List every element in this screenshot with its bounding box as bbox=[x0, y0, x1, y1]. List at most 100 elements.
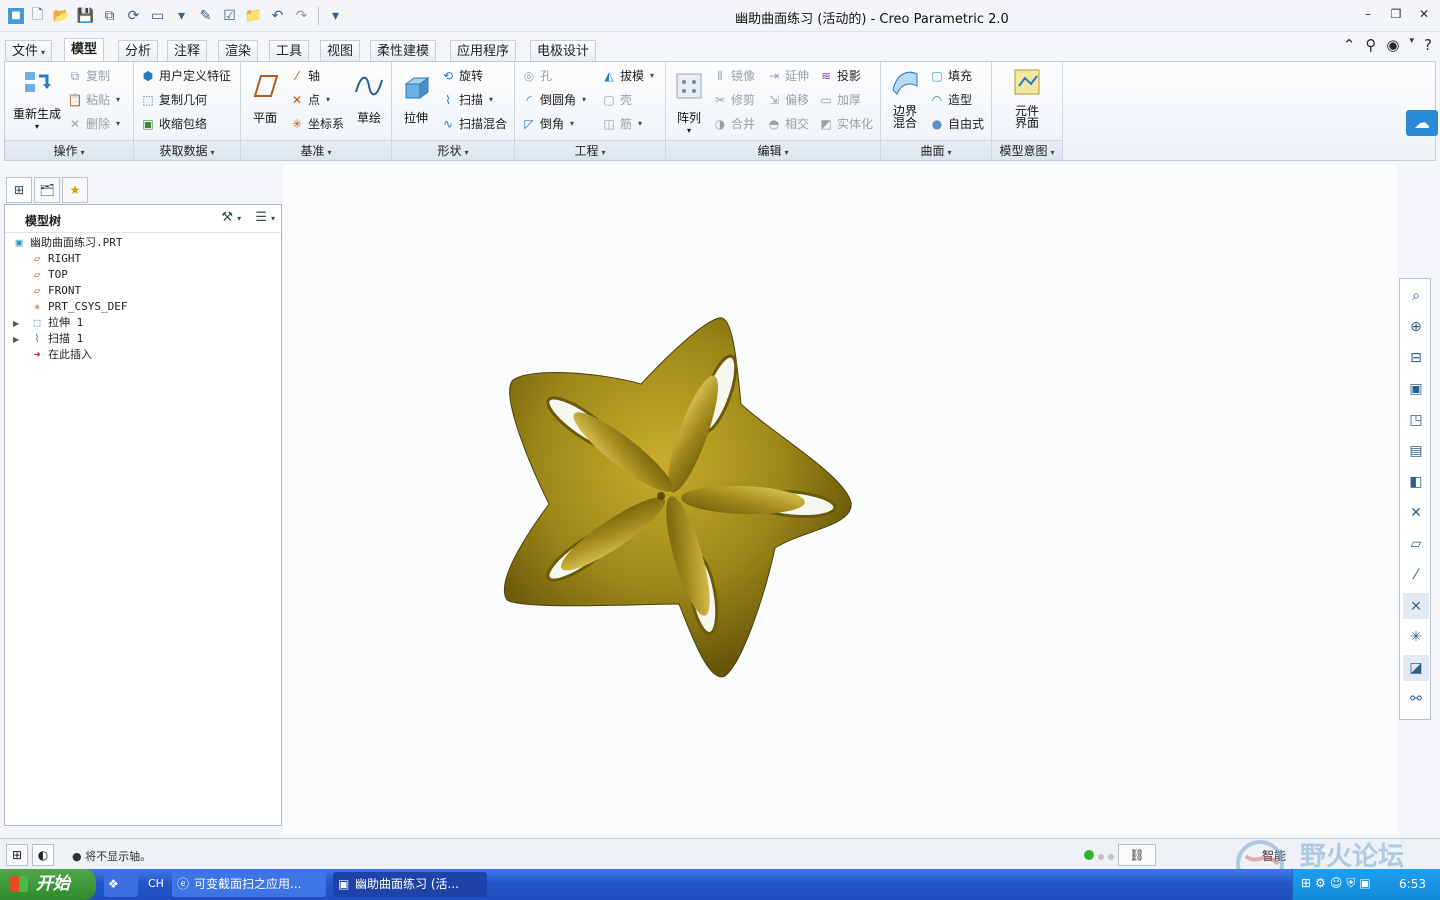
group-label-operations[interactable]: 操作 ▾ bbox=[5, 140, 133, 160]
folder-browser-tab-icon[interactable]: 🗂 bbox=[34, 177, 60, 203]
reorient-icon[interactable]: ◳ bbox=[1403, 407, 1429, 433]
tree-node-extrude[interactable]: ⬚ 拉伸 1 bbox=[29, 315, 84, 331]
group-label-datum[interactable]: 基准 ▾ bbox=[241, 140, 391, 160]
tab-render[interactable]: 渲染 bbox=[218, 40, 259, 62]
shrinkwrap-button[interactable]: ▣ 收缩包络 bbox=[140, 114, 207, 134]
tab-annotate[interactable]: 注释 bbox=[167, 40, 208, 62]
swept-blend-button[interactable]: ∿ 扫描混合 bbox=[440, 114, 507, 134]
merge-button[interactable]: ◑ 合并 bbox=[712, 114, 755, 134]
style-button[interactable]: ◠ 造型 bbox=[929, 90, 972, 110]
tree-node-insert-here[interactable]: ➜ 在此插入 bbox=[29, 347, 92, 363]
boundary-blend-button[interactable]: 边界 混合 bbox=[885, 66, 925, 129]
axis-button[interactable]: ⁄ 轴 bbox=[289, 66, 320, 86]
spin-center-icon[interactable]: ◪ bbox=[1403, 655, 1429, 681]
restore-icon[interactable]: ❐ bbox=[1388, 6, 1404, 22]
udf-button[interactable]: ⬢ 用户定义特征 bbox=[140, 66, 231, 86]
sketch-button[interactable]: 草绘 bbox=[349, 70, 389, 126]
zoom-in-icon[interactable]: ⊕ bbox=[1403, 314, 1429, 340]
star-surface-model[interactable] bbox=[483, 304, 863, 684]
search-icon[interactable]: ⚲ bbox=[1365, 36, 1376, 54]
model-tree-tab-icon[interactable]: ⊞ bbox=[6, 177, 32, 203]
datum-display-filters-icon[interactable]: ✕ bbox=[1403, 500, 1429, 526]
rib-button[interactable]: ◫ 筋 ▾ bbox=[601, 114, 642, 134]
expand-extrude-icon[interactable]: ▶ bbox=[13, 319, 19, 328]
intersect-button[interactable]: ◓ 相交 bbox=[766, 114, 809, 134]
tree-node-right[interactable]: ▱ RIGHT bbox=[29, 251, 81, 267]
community-icon[interactable]: ◉ bbox=[1386, 36, 1399, 54]
selection-filter[interactable]: 智能 bbox=[1262, 847, 1286, 864]
start-button[interactable]: 开始 bbox=[0, 869, 96, 900]
tab-applications[interactable]: 应用程序 bbox=[450, 40, 517, 62]
group-label-surfaces[interactable]: 曲面 ▾ bbox=[881, 140, 991, 160]
chamfer-button[interactable]: ◸ 倒角 ▾ bbox=[521, 114, 574, 134]
tree-node-csys[interactable]: ✳ PRT_CSYS_DEF bbox=[29, 299, 128, 315]
hole-button[interactable]: ◎ 孔 bbox=[521, 66, 552, 86]
fill-button[interactable]: ▢ 填充 bbox=[929, 66, 972, 86]
annotation-display-icon[interactable]: ⚯ bbox=[1403, 686, 1429, 712]
taskbar-item-browser[interactable]: ⓔ 可变截面扫之应用... bbox=[172, 872, 326, 897]
tree-node-top[interactable]: ▱ TOP bbox=[29, 267, 68, 283]
close-icon[interactable]: ✕ bbox=[1416, 6, 1432, 22]
expand-sweep-icon[interactable]: ▶ bbox=[13, 335, 19, 344]
extend-button[interactable]: ⇥ 延伸 bbox=[766, 66, 809, 86]
input-language[interactable]: CH bbox=[148, 877, 164, 890]
round-button[interactable]: ◜ 倒圆角 ▾ bbox=[521, 90, 586, 110]
favorites-tab-icon[interactable]: ★ bbox=[62, 177, 88, 203]
toggle-navigator-icon[interactable]: ⊞ bbox=[6, 844, 28, 866]
component-interface-button[interactable]: 元件 界面 bbox=[1000, 66, 1054, 129]
sweep-button[interactable]: ⌇ 扫描 ▾ bbox=[440, 90, 493, 110]
thicken-button[interactable]: ▭ 加厚 bbox=[818, 90, 861, 110]
find-icon[interactable]: ⛓ bbox=[1118, 844, 1156, 866]
refit-icon[interactable]: ⌕ bbox=[1403, 283, 1429, 309]
help-icon[interactable]: ? bbox=[1424, 36, 1432, 54]
group-label-get-data[interactable]: 获取数据 ▾ bbox=[134, 140, 240, 160]
graphics-viewport[interactable] bbox=[283, 164, 1397, 834]
taskbar-item-creo[interactable]: ▣ 幽助曲面练习 (活... bbox=[333, 872, 487, 897]
paste-button[interactable]: 📋 粘贴 ▾ bbox=[67, 90, 121, 110]
mirror-button[interactable]: ⫴ 镜像 bbox=[712, 66, 755, 86]
tab-analysis[interactable]: 分析 bbox=[118, 40, 159, 62]
regenerate-button[interactable]: 重新生成 ▾ bbox=[11, 66, 63, 131]
tree-settings-icon[interactable]: ⚒ ▾ bbox=[221, 210, 241, 225]
copy-button[interactable]: ⧉ 复制 bbox=[67, 66, 110, 86]
pattern-button[interactable]: 阵列 ▾ bbox=[670, 70, 708, 135]
csys-button[interactable]: ✳ 坐标系 bbox=[289, 114, 344, 134]
csys-display-icon[interactable]: ✳ bbox=[1403, 624, 1429, 650]
quick-launch-icon[interactable]: ❖ bbox=[104, 872, 138, 897]
plane-button[interactable]: 平面 bbox=[245, 70, 285, 126]
freestyle-button[interactable]: ● 自由式 bbox=[929, 114, 984, 134]
tree-node-part[interactable]: ▣ 幽助曲面练习.PRT bbox=[11, 235, 123, 251]
minimize-icon[interactable]: – bbox=[1360, 6, 1376, 22]
tree-node-front[interactable]: ▱ FRONT bbox=[29, 283, 81, 299]
draft-button[interactable]: ◭ 拔模 ▾ bbox=[601, 66, 654, 86]
group-label-engineering[interactable]: 工程 ▾ bbox=[515, 140, 665, 160]
community-dropdown-icon[interactable]: ▾ bbox=[1410, 36, 1415, 54]
minimize-ribbon-icon[interactable]: ⌃ bbox=[1343, 36, 1356, 54]
show-options-icon[interactable]: ☰ ▾ bbox=[255, 210, 275, 225]
tab-file[interactable]: 文件 ▾ bbox=[5, 40, 53, 62]
axis-display-icon[interactable]: ⁄ bbox=[1403, 562, 1429, 588]
tab-flexible-modeling[interactable]: 柔性建模 bbox=[370, 40, 437, 62]
tray-icons[interactable]: ⊞⚙☺⛨▣ bbox=[1301, 876, 1375, 891]
cloud-icon[interactable]: ☁ bbox=[1406, 110, 1438, 136]
group-label-editing[interactable]: 编辑 ▾ bbox=[666, 140, 880, 160]
offset-button[interactable]: ⇲ 偏移 bbox=[766, 90, 809, 110]
zoom-out-icon[interactable]: ⊟ bbox=[1403, 345, 1429, 371]
point-button[interactable]: ✕ 点 ▾ bbox=[289, 90, 330, 110]
extrude-button[interactable]: 拉伸 bbox=[396, 70, 436, 126]
trim-button[interactable]: ✂ 修剪 bbox=[712, 90, 755, 110]
repaint-icon[interactable]: ▣ bbox=[1403, 376, 1429, 402]
tab-view[interactable]: 视图 bbox=[320, 40, 361, 62]
shell-button[interactable]: ▢ 壳 bbox=[601, 90, 632, 110]
tab-model[interactable]: 模型 bbox=[64, 38, 105, 62]
project-button[interactable]: ≋ 投影 bbox=[818, 66, 861, 86]
solidify-button[interactable]: ◩ 实体化 bbox=[818, 114, 873, 134]
tree-node-sweep[interactable]: ⌇ 扫描 1 bbox=[29, 331, 83, 347]
display-style-icon[interactable]: ◧ bbox=[1403, 469, 1429, 495]
delete-button[interactable]: ✕ 删除 ▾ bbox=[67, 114, 120, 134]
toggle-browser-icon[interactable]: ◐ bbox=[32, 844, 54, 866]
group-label-shapes[interactable]: 形状 ▾ bbox=[392, 140, 514, 160]
plane-display-icon[interactable]: ▱ bbox=[1403, 531, 1429, 557]
point-display-icon[interactable]: ⨯ bbox=[1403, 593, 1429, 619]
group-label-model-intent[interactable]: 模型意图 ▾ bbox=[992, 140, 1062, 160]
